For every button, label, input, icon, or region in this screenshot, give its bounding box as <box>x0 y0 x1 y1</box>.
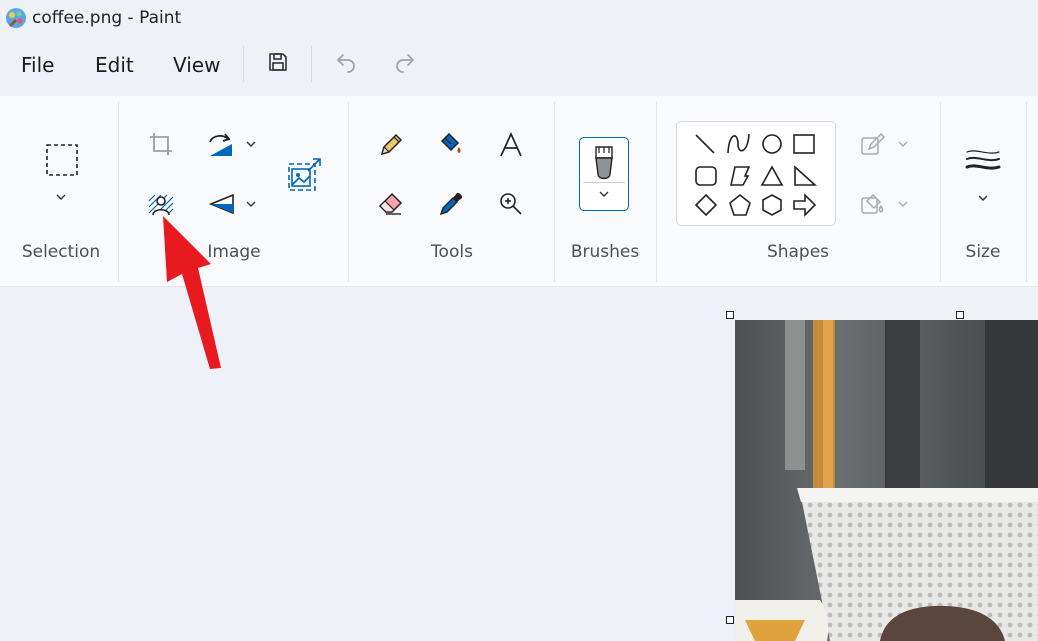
crop-button[interactable] <box>145 128 177 160</box>
resize-button[interactable] <box>284 154 326 194</box>
group-label-shapes: Shapes <box>766 242 830 262</box>
rounded-rectangle-shape-icon[interactable] <box>695 166 717 186</box>
save-icon <box>269 53 287 71</box>
quick-access-divider <box>311 46 312 82</box>
group-divider <box>1026 102 1027 282</box>
right-triangle-shape-icon[interactable] <box>794 165 818 186</box>
rotate-icon <box>209 133 232 156</box>
rectangle-shape-icon[interactable] <box>793 134 815 154</box>
brush-icon <box>595 146 613 180</box>
canvas-image[interactable] <box>735 320 1038 641</box>
resize-icon <box>288 158 321 191</box>
save-button[interactable] <box>262 46 294 78</box>
outline-button[interactable] <box>857 130 887 160</box>
shapes-gallery <box>676 121 836 226</box>
group-divider <box>656 102 657 282</box>
brushes-chevron-down-icon <box>599 191 609 197</box>
group-label-brushes: Brushes <box>570 242 640 262</box>
curve-shape-icon[interactable] <box>727 133 750 154</box>
redo-icon <box>396 54 415 73</box>
fill-icon <box>440 132 461 153</box>
group-divider <box>348 102 349 282</box>
hexagon-shape-icon[interactable] <box>762 194 782 216</box>
group-divider <box>940 102 941 282</box>
group-label-size: Size <box>965 242 1001 262</box>
arrow-shape-icon[interactable] <box>793 193 817 217</box>
brushes-button[interactable] <box>579 137 629 211</box>
text-button[interactable] <box>494 128 528 162</box>
crop-icon <box>150 133 172 155</box>
menu-divider <box>243 46 244 82</box>
pencil-icon <box>380 133 403 156</box>
shape-fill-chevron-down-icon[interactable] <box>897 199 909 209</box>
eraser-button[interactable] <box>374 187 408 221</box>
size-button[interactable] <box>962 144 1004 178</box>
selection-button[interactable] <box>40 140 84 180</box>
group-label-selection: Selection <box>21 242 101 262</box>
shapes-gallery-icons <box>694 133 818 217</box>
resize-handle-top-middle[interactable] <box>956 311 964 319</box>
outline-icon <box>861 132 885 155</box>
size-chevron-down-icon[interactable] <box>977 193 989 203</box>
line-shape-icon[interactable] <box>695 134 715 154</box>
group-divider <box>554 102 555 282</box>
menu-view[interactable]: View <box>173 53 220 77</box>
undo-button[interactable] <box>330 46 362 78</box>
resize-handle-top-left[interactable] <box>726 311 734 319</box>
menu-edit[interactable]: Edit <box>95 53 134 77</box>
title-bar: coffee.png - Paint <box>0 0 1038 36</box>
color-picker-button[interactable] <box>434 187 468 221</box>
eraser-icon <box>378 192 403 215</box>
resize-handle-bottom-left[interactable] <box>726 616 734 624</box>
shape-fill-icon <box>861 193 884 214</box>
diamond-shape-icon[interactable] <box>694 193 718 217</box>
menu-file[interactable]: File <box>21 53 54 77</box>
outline-chevron-down-icon[interactable] <box>897 139 909 149</box>
rotate-chevron-down-icon[interactable] <box>245 139 257 149</box>
shape-fill-button[interactable] <box>857 189 887 219</box>
brushes-divider <box>583 182 625 183</box>
group-label-tools: Tools <box>431 242 473 262</box>
pencil-button[interactable] <box>374 128 408 162</box>
chevron-down-icon[interactable] <box>55 192 67 202</box>
coffee-photo <box>735 320 1038 641</box>
paint-app-icon <box>6 8 26 28</box>
group-divider <box>118 102 119 282</box>
rectangle-selection-icon <box>46 144 78 176</box>
undo-icon <box>336 54 355 73</box>
annotation-arrow <box>163 216 221 369</box>
redo-button[interactable] <box>389 46 421 78</box>
magnifier-icon <box>500 193 522 215</box>
window-title: coffee.png - Paint <box>32 8 182 28</box>
pentagon-shape-icon[interactable] <box>729 193 751 216</box>
text-icon <box>500 131 522 157</box>
magnifier-button[interactable] <box>494 187 528 221</box>
stroke-size-icon <box>965 150 1001 170</box>
polygon-shape-icon[interactable] <box>730 166 751 186</box>
rotate-button[interactable] <box>204 128 238 160</box>
oval-shape-icon[interactable] <box>762 134 782 154</box>
triangle-shape-icon[interactable] <box>760 165 784 186</box>
flip-chevron-down-icon[interactable] <box>245 199 257 209</box>
color-picker-icon <box>439 192 463 216</box>
fill-button[interactable] <box>434 128 468 162</box>
